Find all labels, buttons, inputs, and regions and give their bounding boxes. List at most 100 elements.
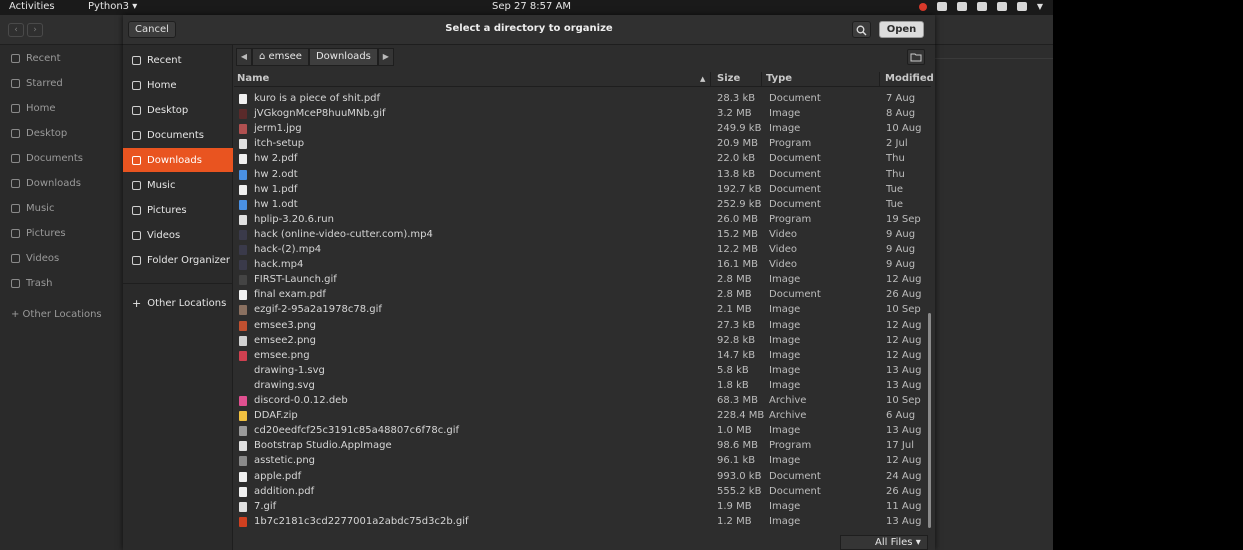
table-row[interactable]: asstetic.png 96.1 kB Image 12 Aug bbox=[234, 454, 931, 469]
table-row[interactable]: drawing.svg 1.8 kB Image 13 Aug bbox=[234, 379, 931, 394]
file-icon bbox=[239, 350, 247, 361]
table-row[interactable]: hack-(2).mp4 12.2 MB Video 9 Aug bbox=[234, 243, 931, 258]
sidebar-item-home[interactable]: Home bbox=[123, 73, 233, 97]
table-row[interactable]: cd20eedfcf25c3191c85a48807c6f78c.gif 1.0 … bbox=[234, 424, 931, 439]
file-type: Image bbox=[769, 349, 801, 361]
table-row[interactable]: discord-0.0.12.deb 68.3 MB Archive 10 Sep bbox=[234, 394, 931, 409]
sidebar-item-other-locations[interactable]: + Other Locations bbox=[123, 291, 233, 315]
table-row[interactable]: 7.gif 1.9 MB Image 11 Aug bbox=[234, 500, 931, 515]
sidebar-item-documents[interactable]: Documents bbox=[123, 123, 233, 147]
breadcrumb-home[interactable]: ⌂ emsee bbox=[252, 48, 309, 66]
divider bbox=[123, 283, 233, 284]
sidebar-item-pictures[interactable]: Pictures bbox=[123, 198, 233, 222]
file-modified: 13 Aug bbox=[886, 364, 922, 376]
table-row[interactable]: hw 1.odt 252.9 kB Document Tue bbox=[234, 198, 931, 213]
file-size: 27.3 kB bbox=[717, 319, 756, 331]
table-row[interactable]: jVGkognMceP8huuMNb.gif 3.2 MB Image 8 Aug bbox=[234, 107, 931, 122]
table-row[interactable]: DDAF.zip 228.4 MB Archive 6 Aug bbox=[234, 409, 931, 424]
file-size: 1.0 MB bbox=[717, 425, 752, 437]
bg-sidebar-item[interactable]: Downloads bbox=[11, 175, 81, 191]
bg-sidebar-item[interactable]: Music bbox=[11, 200, 54, 216]
file-type: Image bbox=[769, 304, 801, 316]
table-row[interactable]: final exam.pdf 2.8 MB Document 26 Aug bbox=[234, 288, 931, 303]
record-icon[interactable] bbox=[918, 2, 927, 11]
file-icon bbox=[239, 396, 247, 406]
sidebar-item-desktop[interactable]: Desktop bbox=[123, 98, 233, 122]
table-row[interactable]: hplip-3.20.6.run 26.0 MB Program 19 Sep bbox=[234, 213, 931, 228]
sidebar-item-downloads[interactable]: Downloads bbox=[123, 148, 233, 172]
table-row[interactable]: hack.mp4 16.1 MB Video 9 Aug bbox=[234, 258, 931, 273]
sidebar-item-music[interactable]: Music bbox=[123, 173, 233, 197]
table-row[interactable]: hack (online-video-cutter.com).mp4 15.2 M… bbox=[234, 228, 931, 243]
bg-sidebar-item[interactable]: Videos bbox=[11, 250, 59, 266]
wifi-icon[interactable] bbox=[956, 2, 967, 11]
sort-ascending-icon[interactable]: ▲ bbox=[700, 75, 705, 83]
path-right-arrow-icon[interactable]: ▶ bbox=[377, 48, 394, 66]
breadcrumb-current[interactable]: Downloads bbox=[308, 48, 378, 66]
table-row[interactable]: emsee.png 14.7 kB Image 12 Aug bbox=[234, 349, 931, 364]
new-folder-button[interactable] bbox=[907, 49, 925, 65]
discord-icon[interactable] bbox=[936, 2, 947, 11]
file-name: hw 2.pdf bbox=[254, 153, 298, 165]
table-row[interactable]: kuro is a piece of shit.pdf 28.3 kB Docume… bbox=[234, 92, 931, 107]
table-row[interactable]: FIRST-Launch.gif 2.8 MB Image 12 Aug bbox=[234, 273, 931, 288]
bg-sidebar-item[interactable]: Recent bbox=[11, 50, 61, 66]
column-modified[interactable]: Modified bbox=[885, 73, 934, 84]
table-row[interactable]: hw 1.pdf 192.7 kB Document Tue bbox=[234, 183, 931, 198]
bg-sidebar-item[interactable]: Desktop bbox=[11, 125, 67, 141]
bg-sidebar-item[interactable]: + Other Locations bbox=[11, 306, 102, 322]
path-left-arrow-icon[interactable]: ◀ bbox=[236, 48, 252, 66]
file-type: Document bbox=[769, 168, 821, 180]
table-row[interactable]: emsee2.png 92.8 kB Image 12 Aug bbox=[234, 334, 931, 349]
scrollbar[interactable] bbox=[928, 313, 931, 528]
bg-sidebar-item[interactable]: Starred bbox=[11, 75, 63, 91]
volume-icon[interactable] bbox=[976, 2, 987, 11]
background-sidebar: Recent Starred Home Desktop Documents Do… bbox=[0, 45, 123, 550]
file-name: hack-(2).mp4 bbox=[254, 244, 322, 255]
mic-icon[interactable] bbox=[996, 2, 1007, 11]
file-size: 3.2 MB bbox=[717, 108, 752, 120]
table-row[interactable]: jerm1.jpg 249.9 kB Image 10 Aug bbox=[234, 122, 931, 137]
file-size: 1.2 MB bbox=[717, 515, 752, 527]
bg-sidebar-item[interactable]: Documents bbox=[11, 150, 83, 166]
column-size[interactable]: Size bbox=[717, 73, 740, 84]
search-button[interactable] bbox=[852, 21, 871, 38]
table-row[interactable]: hw 2.pdf 22.0 kB Document Thu bbox=[234, 152, 931, 167]
activities-button[interactable]: Activities bbox=[9, 1, 55, 12]
bg-sidebar-item[interactable]: Pictures bbox=[11, 225, 66, 241]
table-row[interactable]: addition.pdf 555.2 kB Document 26 Aug bbox=[234, 485, 931, 500]
table-row[interactable]: apple.pdf 993.0 kB Document 24 Aug bbox=[234, 470, 931, 485]
file-modified: 10 Aug bbox=[886, 123, 922, 135]
sidebar-item-videos[interactable]: Videos bbox=[123, 223, 233, 247]
file-icon bbox=[239, 139, 247, 150]
column-type[interactable]: Type bbox=[766, 73, 792, 84]
table-row[interactable]: Bootstrap Studio.AppImage 98.6 MB Program 1… bbox=[234, 439, 931, 454]
table-row[interactable]: emsee3.png 27.3 kB Image 12 Aug bbox=[234, 319, 931, 334]
file-filter-dropdown[interactable]: All Files ▾ bbox=[840, 535, 928, 550]
table-row[interactable]: itch-setup 20.9 MB Program 2 Jul bbox=[234, 137, 931, 152]
system-tray[interactable]: ▼ bbox=[918, 2, 1043, 11]
table-row[interactable]: 1b7c2181c3cd2277001a2abdc75d3c2b.gif 1.2 … bbox=[234, 515, 931, 530]
column-name[interactable]: Name bbox=[237, 73, 269, 84]
bg-sidebar-item[interactable]: Home bbox=[11, 100, 56, 116]
table-row[interactable]: ezgif-2-95a2a1978c78.gif 2.1 MB Image 10 Se… bbox=[234, 303, 931, 318]
app-menu[interactable]: Python3 ▾ bbox=[88, 1, 137, 12]
file-modified: 10 Sep bbox=[886, 395, 921, 406]
forward-icon[interactable]: › bbox=[27, 23, 43, 37]
bg-sidebar-item[interactable]: Trash bbox=[11, 275, 52, 291]
table-row[interactable]: drawing-1.svg 5.8 kB Image 13 Aug bbox=[234, 364, 931, 379]
sidebar-item-recent[interactable]: Recent bbox=[123, 48, 233, 72]
back-icon[interactable]: ‹ bbox=[8, 23, 24, 37]
download-icon bbox=[132, 155, 141, 165]
file-modified: 12 Aug bbox=[886, 319, 922, 331]
file-modified: 24 Aug bbox=[886, 470, 922, 482]
file-name: kuro is a piece of shit.pdf bbox=[254, 93, 381, 104]
battery-icon[interactable] bbox=[1016, 2, 1027, 11]
table-row[interactable]: hw 2.odt 13.8 kB Document Thu bbox=[234, 168, 931, 183]
clock[interactable]: Sep 27 8:57 AM bbox=[492, 1, 571, 12]
file-size: 12.2 MB bbox=[717, 244, 758, 255]
open-button[interactable]: Open bbox=[879, 21, 924, 38]
sidebar-item-folder-organizer[interactable]: Folder Organizer bbox=[123, 248, 233, 272]
file-size: 92.8 kB bbox=[717, 334, 756, 346]
chevron-down-icon[interactable]: ▼ bbox=[1037, 2, 1043, 11]
